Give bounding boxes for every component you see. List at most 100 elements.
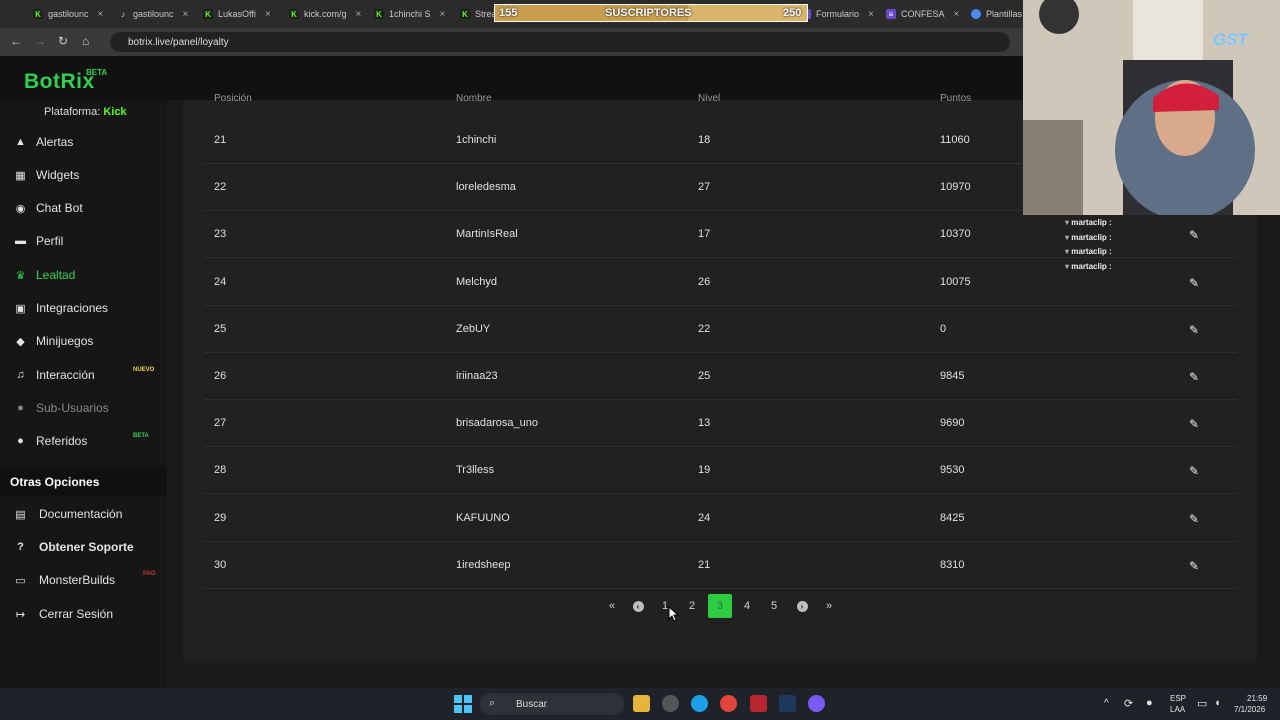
cell-points: 9690 — [940, 417, 965, 430]
cell-points: 10075 — [940, 275, 971, 288]
browser-tab[interactable]: ≡Formulario× — [801, 3, 874, 25]
close-tab-icon[interactable]: × — [98, 9, 104, 20]
sidebar — [0, 100, 167, 688]
settings-icon[interactable] — [662, 695, 679, 712]
page-5-button[interactable]: 5 — [762, 594, 786, 618]
edit-icon[interactable]: ✎ — [1189, 276, 1199, 290]
close-tab-icon[interactable]: × — [440, 9, 446, 20]
botrix-logo[interactable]: BotRix — [24, 70, 95, 94]
browser-tab[interactable]: K 1chinchi S × — [374, 3, 445, 25]
chrome-icon[interactable] — [720, 695, 737, 712]
steam-icon[interactable] — [779, 695, 796, 712]
browser-tab[interactable]: Kkick.com/g × — [289, 3, 361, 25]
sidebar-item-alertas[interactable]: ▲ Alertas — [14, 132, 164, 152]
close-tab-icon[interactable]: × — [265, 9, 271, 20]
next-page-button[interactable]: › — [790, 594, 814, 618]
cell-name: MartinIsReal — [456, 228, 518, 241]
browser-tab[interactable]: Plantillas — [971, 3, 1022, 25]
sidebar-item-obtener-soporte[interactable]: ? Obtener Soporte — [14, 537, 164, 557]
edit-icon[interactable]: ✎ — [1189, 417, 1199, 431]
cell-name: ZebUY — [456, 322, 491, 335]
sidebar-item-monsterbuilds[interactable]: ▭ MonsterBuilds — [14, 570, 164, 590]
tray-chevron-icon[interactable]: ^ — [1104, 698, 1109, 709]
page-2-button[interactable]: 2 — [680, 594, 704, 618]
sidebar-badge: NUEVO — [133, 367, 155, 373]
column-header-level[interactable]: Nivel — [698, 93, 720, 104]
browser-tab[interactable]: ♪ gastilounc × — [118, 3, 188, 25]
column-header-position[interactable]: Posición — [214, 93, 252, 104]
tray-network-icon[interactable]: ▭ — [1197, 697, 1207, 710]
sidebar-item-sub-usuarios[interactable]: ● Sub-Usuarios — [14, 398, 164, 418]
table-row: 29 KAFUUNO 24 8425 ✎ — [204, 495, 1237, 542]
column-header-name[interactable]: Nombre — [456, 93, 492, 104]
sidebar-item-perfil[interactable]: ▬ Perfil — [14, 231, 164, 251]
edit-icon[interactable]: ✎ — [1189, 370, 1199, 384]
close-tab-icon[interactable]: × — [954, 9, 960, 20]
discord-icon[interactable] — [808, 695, 825, 712]
tray-mic-icon[interactable]: ● — [1146, 697, 1153, 709]
sidebar-item-widgets[interactable]: ▦ Widgets — [14, 165, 164, 185]
back-icon[interactable]: ← — [10, 34, 22, 48]
tray-sync-icon[interactable]: ⟳ — [1124, 697, 1133, 710]
browser-tab[interactable]: K LukasOffi × — [203, 3, 271, 25]
browser-tab[interactable]: Kgastilounc × — [33, 3, 103, 25]
url-field[interactable]: botrix.live/panel/loyalty — [110, 32, 1010, 52]
browser-tab[interactable]: ≡ CONFESA × — [886, 3, 959, 25]
sidebar-item-minijuegos[interactable]: ◆ Minijuegos — [14, 331, 164, 351]
sidebar-item-documentaci-n[interactable]: ▤ Documentación — [14, 504, 164, 524]
id-card-icon: ▬ — [15, 235, 26, 247]
close-tab-icon[interactable]: × — [868, 9, 874, 20]
app-icon[interactable] — [750, 695, 767, 712]
first-page-button[interactable]: « — [600, 594, 624, 618]
gamepad-icon: ◆ — [16, 335, 25, 348]
taskbar-search-placeholder: Buscar — [516, 698, 548, 710]
edit-icon[interactable]: ✎ — [1189, 559, 1199, 573]
edit-icon[interactable]: ✎ — [1189, 228, 1199, 242]
cell-points: 9530 — [940, 464, 965, 477]
cell-level: 22 — [698, 322, 711, 335]
url-text: botrix.live/panel/loyalty — [128, 36, 229, 48]
sidebar-item-label: MonsterBuilds — [39, 573, 116, 587]
forward-icon[interactable]: → — [34, 34, 46, 48]
monitor-icon: ▭ — [15, 574, 26, 587]
sidebar-item-integraciones[interactable]: ▣ Integraciones — [14, 298, 164, 318]
edit-icon[interactable]: ✎ — [1189, 464, 1199, 478]
cell-pos: 21 — [214, 134, 227, 146]
prev-page-button[interactable]: ‹ — [626, 594, 650, 618]
tiktok-favicon-icon: ♪ — [121, 9, 125, 19]
sidebar-item-chat-bot[interactable]: ◉ Chat Bot — [14, 198, 164, 218]
column-header-points[interactable]: Puntos — [940, 93, 971, 104]
sidebar-badge: PAG — [143, 571, 156, 577]
sidebar-item-label: Obtener Soporte — [39, 540, 134, 554]
close-tab-icon[interactable]: × — [183, 9, 189, 20]
last-page-button[interactable]: » — [817, 594, 841, 618]
edit-icon[interactable]: ✎ — [1189, 323, 1199, 337]
reload-icon[interactable]: ↻ — [58, 34, 68, 48]
browser-tab[interactable]: K Strea — [460, 3, 497, 25]
cell-pos: 28 — [214, 464, 227, 477]
browser-tab-label: CONFESA — [901, 9, 945, 19]
subscriber-goal-bar: 155 SUSCRIPTORES 250 — [494, 4, 808, 22]
tray-volume-icon[interactable]: ◖ — [1214, 697, 1221, 709]
browser-tab-label: gastilounc — [48, 9, 89, 19]
cell-pos: 26 — [214, 370, 227, 382]
close-tab-icon[interactable]: × — [356, 9, 362, 20]
edge-icon[interactable] — [691, 695, 708, 712]
help-icon: ? — [17, 541, 24, 553]
file-explorer-icon[interactable] — [633, 695, 650, 712]
next-page-icon: › — [796, 600, 808, 612]
prev-page-icon: ‹ — [632, 600, 644, 612]
cell-level: 19 — [698, 464, 711, 477]
channel-logo-tag: GST — [1213, 30, 1248, 49]
sidebar-item-cerrar-sesi-n[interactable]: ↦ Cerrar Sesión — [14, 604, 164, 624]
sidebar-item-lealtad[interactable]: ♛ Lealtad — [14, 265, 164, 285]
home-icon[interactable]: ⌂ — [82, 34, 89, 48]
taskbar-search[interactable]: ⌕ Buscar — [480, 693, 624, 715]
tray-lang[interactable]: ESP — [1170, 694, 1186, 703]
page-3-button[interactable]: 3 — [708, 594, 732, 618]
sidebar-item-label: Perfil — [36, 234, 64, 248]
edit-icon[interactable]: ✎ — [1189, 512, 1199, 526]
windows-start-icon[interactable] — [454, 695, 472, 713]
tray-time: 21:59 — [1247, 694, 1268, 703]
page-4-button[interactable]: 4 — [735, 594, 759, 618]
